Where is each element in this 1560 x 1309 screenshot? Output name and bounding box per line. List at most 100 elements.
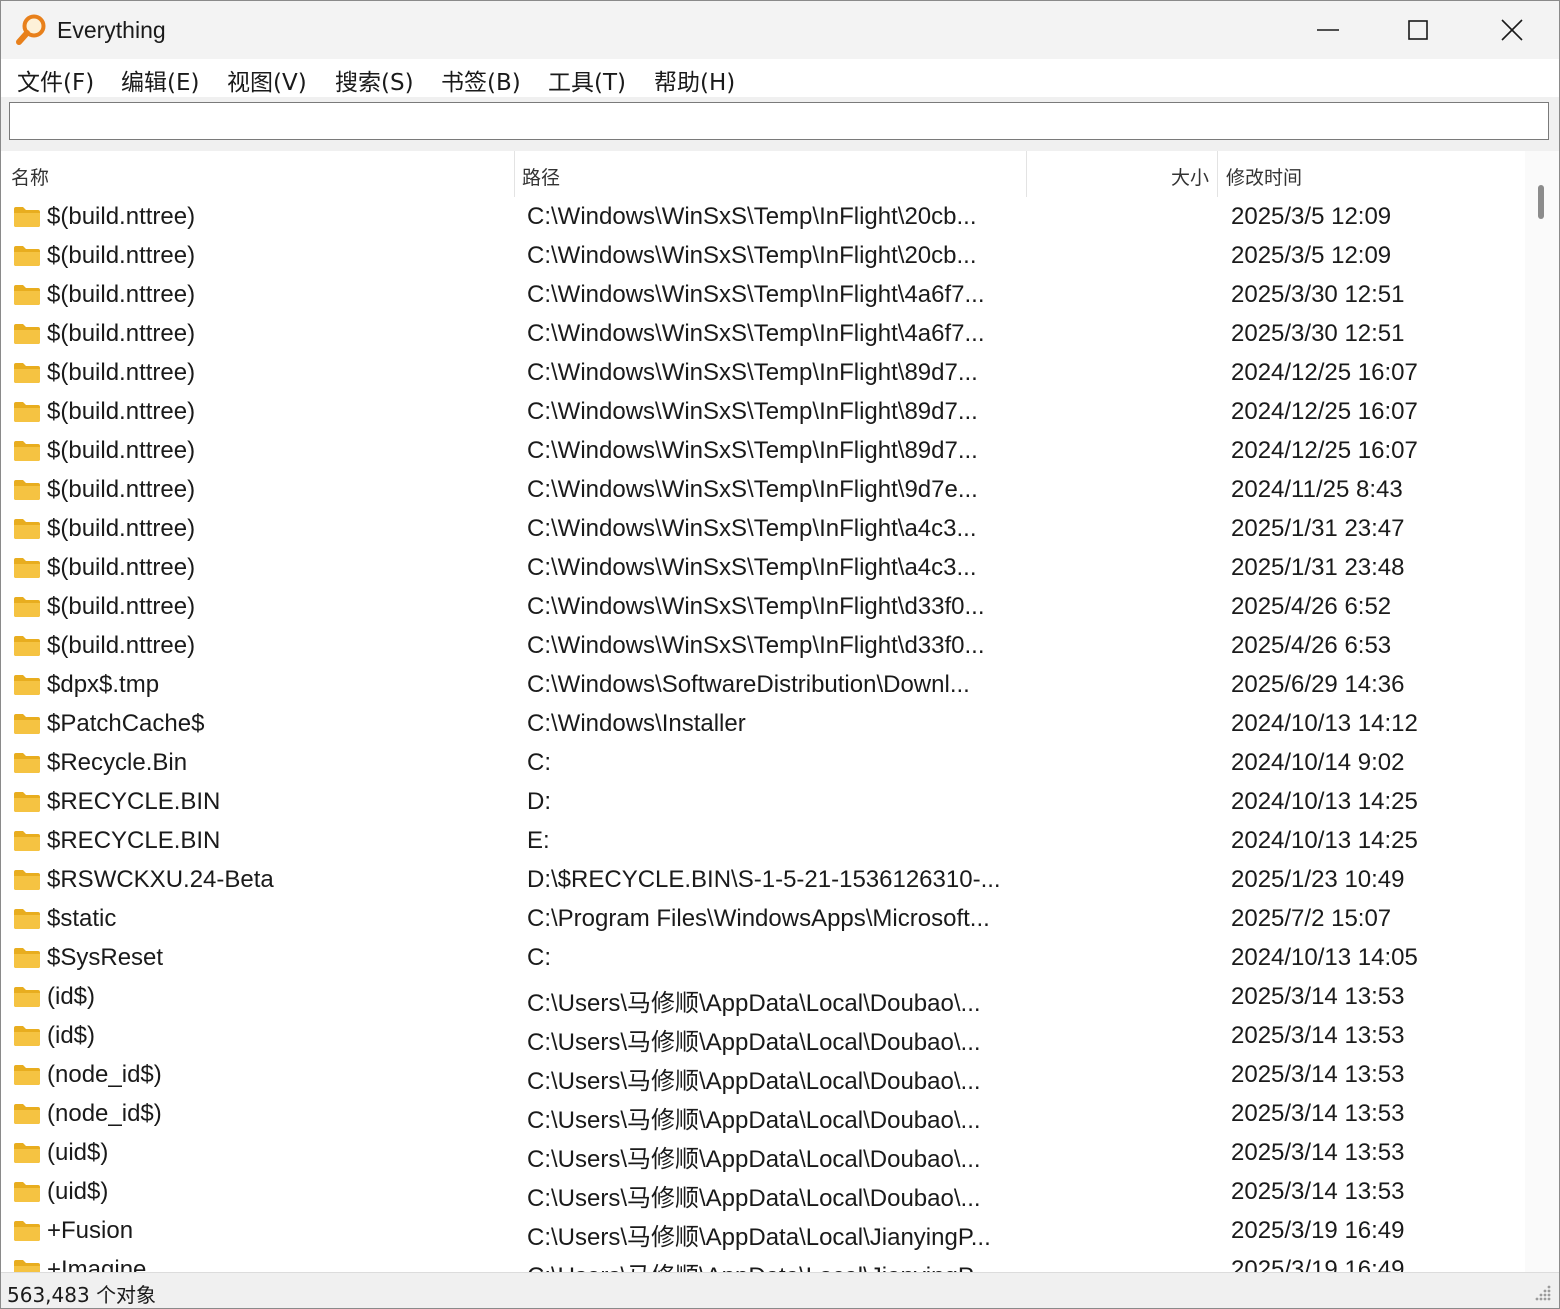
column-header-size[interactable]: 大小	[1171, 163, 1209, 190]
date-modified: 2025/6/29 14:36	[1231, 671, 1405, 698]
results-list[interactable]: 名称 路径 大小 修改时间 $(build.nttree) C:\Windows\…	[1, 151, 1525, 1272]
column-resize-handle[interactable]	[514, 151, 515, 197]
date-modified: 2025/7/2 15:07	[1231, 905, 1392, 932]
file-path: C:\Users\马修顺\AppData\Local\Doubao\...	[527, 1107, 981, 1134]
result-row[interactable]: $RSWCKXU.24-Beta D:\$RECYCLE.BIN\S-1-5-21…	[1, 861, 1525, 900]
menu-help[interactable]: 帮助(H)	[654, 63, 735, 97]
column-header-row: 名称 路径 大小 修改时间	[1, 151, 1525, 197]
column-header-path[interactable]: 路径	[522, 163, 560, 190]
result-row[interactable]: $static C:\Program Files\WindowsApps\Micr…	[1, 900, 1525, 939]
result-row[interactable]: $(build.nttree) C:\Windows\WinSxS\Temp\In…	[1, 432, 1525, 471]
file-path: C:\Windows\WinSxS\Temp\InFlight\89d7...	[527, 437, 978, 464]
file-name: +Imagine	[47, 1256, 147, 1272]
file-name: $dpx$.tmp	[47, 671, 160, 698]
result-row[interactable]: +Fusion C:\Users\马修顺\AppData\Local\Jianyi…	[1, 1212, 1525, 1251]
date-modified: 2025/3/30 12:51	[1231, 281, 1405, 308]
file-name: $RSWCKXU.24-Beta	[47, 866, 274, 893]
column-resize-handle[interactable]	[1026, 151, 1027, 197]
result-row[interactable]: $RECYCLE.BIN D: 2024/10/13 14:25	[1, 783, 1525, 822]
folder-icon	[14, 831, 40, 851]
menu-file[interactable]: 文件(F)	[17, 63, 94, 97]
result-row[interactable]: $(build.nttree) C:\Windows\WinSxS\Temp\In…	[1, 276, 1525, 315]
menu-bookmarks[interactable]: 书签(B)	[441, 63, 521, 97]
result-row[interactable]: $(build.nttree) C:\Windows\WinSxS\Temp\In…	[1, 315, 1525, 354]
date-modified: 2025/1/31 23:48	[1231, 554, 1405, 581]
folder-icon	[14, 987, 40, 1007]
file-name: $(build.nttree)	[47, 476, 196, 503]
file-path: C:\Windows\WinSxS\Temp\InFlight\d33f0...	[527, 632, 985, 659]
date-modified: 2024/10/14 9:02	[1231, 749, 1405, 776]
result-row[interactable]: $Recycle.Bin C: 2024/10/14 9:02	[1, 744, 1525, 783]
result-row[interactable]: +Imagine C:\Users\马修顺\AppData\Local\Jiany…	[1, 1251, 1525, 1272]
date-modified: 2025/1/31 23:47	[1231, 515, 1405, 542]
result-rows: $(build.nttree) C:\Windows\WinSxS\Temp\In…	[1, 198, 1525, 1272]
result-row[interactable]: $RECYCLE.BIN E: 2024/10/13 14:25	[1, 822, 1525, 861]
folder-icon	[14, 792, 40, 812]
menu-view[interactable]: 视图(V)	[227, 63, 307, 97]
result-row[interactable]: $dpx$.tmp C:\Windows\SoftwareDistribution…	[1, 666, 1525, 705]
result-row[interactable]: $(build.nttree) C:\Windows\WinSxS\Temp\In…	[1, 588, 1525, 627]
result-row[interactable]: $(build.nttree) C:\Windows\WinSxS\Temp\In…	[1, 198, 1525, 237]
result-row[interactable]: $(build.nttree) C:\Windows\WinSxS\Temp\In…	[1, 393, 1525, 432]
file-name: $(build.nttree)	[47, 554, 196, 581]
search-bar	[1, 97, 1559, 151]
result-row[interactable]: (id$) C:\Users\马修顺\AppData\Local\Doubao\.…	[1, 978, 1525, 1017]
file-path: E:	[527, 827, 550, 854]
vertical-scrollbar[interactable]	[1525, 151, 1559, 1272]
file-name: $(build.nttree)	[47, 515, 196, 542]
menu-edit[interactable]: 编辑(E)	[121, 63, 199, 97]
result-row[interactable]: $PatchCache$ C:\Windows\Installer 2024/10/…	[1, 705, 1525, 744]
folder-icon	[14, 363, 40, 383]
result-row[interactable]: $(build.nttree) C:\Windows\WinSxS\Temp\In…	[1, 237, 1525, 276]
folder-icon	[14, 753, 40, 773]
column-header-name[interactable]: 名称	[11, 163, 49, 190]
file-path: C:\Users\马修顺\AppData\Local\Doubao\...	[527, 990, 981, 1017]
file-path: C:\Users\马修顺\AppData\Local\JianyingP...	[527, 1224, 991, 1251]
result-row[interactable]: $(build.nttree) C:\Windows\WinSxS\Temp\In…	[1, 354, 1525, 393]
result-row[interactable]: (uid$) C:\Users\马修顺\AppData\Local\Doubao\…	[1, 1173, 1525, 1212]
resize-grip-icon[interactable]	[1531, 1281, 1553, 1303]
menu-search[interactable]: 搜索(S)	[335, 63, 414, 97]
close-icon	[1501, 19, 1523, 41]
file-name: $(build.nttree)	[47, 242, 196, 269]
file-path: C:\Windows\WinSxS\Temp\InFlight\a4c3...	[527, 515, 977, 542]
file-name: $SysReset	[47, 944, 164, 971]
result-row[interactable]: $SysReset C: 2024/10/13 14:05	[1, 939, 1525, 978]
folder-icon	[14, 636, 40, 656]
maximize-button[interactable]	[1373, 1, 1463, 59]
file-path: C:\Users\马修顺\AppData\Local\Doubao\...	[527, 1146, 981, 1173]
column-header-modified[interactable]: 修改时间	[1226, 163, 1302, 190]
scrollbar-thumb[interactable]	[1538, 185, 1544, 219]
result-row[interactable]: (uid$) C:\Users\马修顺\AppData\Local\Doubao\…	[1, 1134, 1525, 1173]
file-path: C:\Windows\WinSxS\Temp\InFlight\4a6f7...	[527, 281, 985, 308]
folder-icon	[14, 519, 40, 539]
result-row[interactable]: $(build.nttree) C:\Windows\WinSxS\Temp\In…	[1, 627, 1525, 666]
search-input[interactable]	[9, 102, 1549, 140]
result-row[interactable]: $(build.nttree) C:\Windows\WinSxS\Temp\In…	[1, 471, 1525, 510]
minimize-button[interactable]	[1283, 1, 1373, 59]
file-name: +Fusion	[47, 1217, 134, 1244]
maximize-icon	[1408, 20, 1428, 40]
file-path: D:\$RECYCLE.BIN\S-1-5-21-1536126310-...	[527, 866, 1001, 893]
folder-icon	[14, 675, 40, 695]
file-path: C:\Users\马修顺\AppData\Local\Doubao\...	[527, 1029, 981, 1056]
result-row[interactable]: $(build.nttree) C:\Windows\WinSxS\Temp\In…	[1, 549, 1525, 588]
result-row[interactable]: (id$) C:\Users\马修顺\AppData\Local\Doubao\.…	[1, 1017, 1525, 1056]
column-resize-handle[interactable]	[1217, 151, 1218, 197]
folder-icon	[14, 1260, 40, 1272]
close-button[interactable]	[1467, 1, 1557, 59]
result-row[interactable]: $(build.nttree) C:\Windows\WinSxS\Temp\In…	[1, 510, 1525, 549]
file-name: $Recycle.Bin	[47, 749, 188, 776]
menu-tools[interactable]: 工具(T)	[548, 63, 626, 97]
file-name: $(build.nttree)	[47, 593, 196, 620]
folder-icon	[14, 597, 40, 617]
date-modified: 2025/3/14 13:53	[1231, 1022, 1405, 1049]
title-bar[interactable]: Everything	[1, 1, 1559, 59]
folder-icon	[14, 1026, 40, 1046]
result-row[interactable]: (node_id$) C:\Users\马修顺\AppData\Local\Dou…	[1, 1095, 1525, 1134]
date-modified: 2024/12/25 16:07	[1231, 398, 1418, 425]
result-row[interactable]: (node_id$) C:\Users\马修顺\AppData\Local\Dou…	[1, 1056, 1525, 1095]
file-path: C:\Users\马修顺\AppData\Local\Doubao\...	[527, 1185, 981, 1212]
everything-window: Everything 文件(F) 编辑(E) 视图(V) 搜索(S) 书签(B)…	[0, 0, 1560, 1309]
date-modified: 2025/4/26 6:53	[1231, 632, 1392, 659]
